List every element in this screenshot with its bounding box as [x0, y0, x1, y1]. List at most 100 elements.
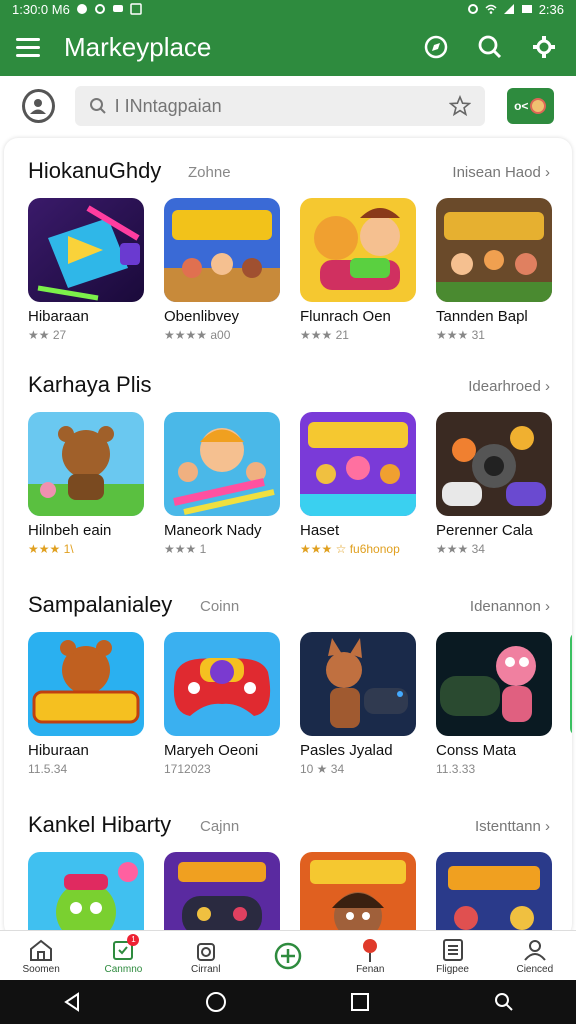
app-name: Pasles Jyalad: [300, 742, 393, 759]
controller-game-icon: [164, 852, 280, 938]
search-bar[interactable]: [74, 86, 485, 126]
search-icon: [89, 98, 106, 114]
home-button[interactable]: [201, 987, 231, 1017]
menu-button[interactable]: [16, 32, 46, 62]
status-bar: 1:30:0 M6 2:36: [0, 0, 576, 18]
app-card[interactable]: Haset ★★★ ☆ fu6honop: [300, 412, 416, 556]
nav-item-home[interactable]: Soomen: [0, 931, 82, 980]
app-name: Maneork Nady: [164, 522, 262, 539]
notification-badge: 1: [127, 934, 140, 946]
nav-item-add[interactable]: [247, 931, 329, 980]
section-subtitle: Cajnn: [200, 818, 240, 835]
back-button[interactable]: [57, 987, 87, 1017]
app-card[interactable]: Flunrach Oen ★★★ 21: [300, 198, 416, 342]
next-app-peek: [570, 632, 572, 736]
green-monster-icon: [28, 852, 144, 938]
signal-icon: [503, 4, 514, 14]
nav-item-list[interactable]: Fligpee: [411, 931, 493, 980]
section-title: Sampalanialey: [28, 592, 173, 617]
battery-icon: [521, 5, 532, 13]
section-see-more-link[interactable]: Idearhroed ›: [468, 378, 550, 395]
home-icon: [30, 939, 53, 961]
himarar-game-icon: [164, 198, 280, 302]
app-card[interactable]: [28, 852, 144, 938]
app-version: 11.5.34: [28, 762, 68, 776]
app-rating: ★★★ ☆ fu6honop: [300, 542, 400, 556]
nav-label: Cienced: [516, 964, 554, 975]
nav-label: Canmno: [104, 964, 143, 975]
settings-button[interactable]: [528, 31, 560, 63]
app-name: Haset: [300, 522, 340, 539]
back-icon: [64, 992, 79, 1012]
cart-button[interactable]: o<: [506, 88, 554, 124]
app-card[interactable]: [300, 852, 416, 938]
nav-item-profile[interactable]: Cienced: [494, 931, 576, 980]
app-rating: ★★ 27: [28, 328, 67, 342]
gamepad-face-icon: [164, 632, 280, 736]
search-icon: [495, 993, 513, 1011]
search-row: o<: [0, 82, 576, 130]
search-input[interactable]: [114, 95, 449, 117]
section-title: Kankel Hibarty: [28, 812, 172, 837]
explore-button[interactable]: [420, 31, 452, 63]
app-card[interactable]: Hiburaan 11.5.34: [28, 632, 144, 776]
app-name: Hilnbeh eain: [28, 522, 112, 539]
app-card[interactable]: [164, 852, 280, 938]
nav-label: Soomen: [22, 964, 60, 975]
app-bar: Markeyplace: [0, 18, 576, 76]
fox-character-icon: [300, 632, 416, 736]
location-icon: [467, 4, 478, 14]
pink-character-icon: [436, 632, 552, 736]
app-rating: ★★★★ a00: [164, 328, 231, 342]
app-name: Obenlibvey: [164, 308, 240, 325]
app-name: Tannden Bapl: [436, 308, 528, 325]
app-card[interactable]: Hibaraan ★★ 27: [28, 198, 144, 342]
app-card[interactable]: Obenlibvey ★★★★ a00: [164, 198, 280, 342]
nav-label: Fenan: [356, 964, 385, 975]
app-version: 11.3.33: [436, 762, 476, 776]
section-4: Kankel Hibarty Cajnn Istenttann ›: [4, 804, 572, 938]
profile-button[interactable]: [22, 89, 55, 123]
section-see-more-link[interactable]: Idenannon ›: [470, 598, 550, 615]
compass-icon: [424, 35, 448, 59]
gear-icon: [533, 36, 555, 58]
nav-item-bag[interactable]: Cirranl: [165, 931, 247, 980]
section-see-more-link[interactable]: Istenttann ›: [475, 818, 550, 835]
section-subtitle: Coinn: [200, 598, 240, 615]
app-name: Maryeh Oeoni: [164, 742, 259, 759]
search-button[interactable]: [474, 31, 506, 63]
app-name: Conss Mata: [436, 742, 517, 759]
star-icon[interactable]: [448, 95, 471, 117]
app-card[interactable]: Perenner Cala ★★★ 34: [436, 412, 552, 556]
profile-icon: [524, 940, 546, 961]
app-card[interactable]: Pasles Jyalad 10 ★ 34: [300, 632, 416, 776]
nav-item-store[interactable]: 1 Canmno: [82, 931, 164, 980]
account-icon: [30, 99, 47, 114]
nieras-game-icon: [436, 852, 552, 938]
sipuras-game-icon: [28, 632, 144, 736]
recents-button[interactable]: [345, 987, 375, 1017]
section-subtitle: Zohne: [188, 164, 231, 181]
section-see-more-link[interactable]: Inisean Haod ›: [452, 164, 550, 181]
nav-label: Fligpee: [436, 964, 469, 975]
app-card[interactable]: Tannden Bapl ★★★ 31: [436, 198, 552, 342]
status-time: 1:30:0 M6: [12, 1, 70, 17]
content-card: HiokanuGhdy Zohne Inisean Haod › Hibaraa…: [4, 138, 572, 938]
app-card[interactable]: Maryeh Oeoni 1712023: [164, 632, 280, 776]
nav-label: Cirranl: [190, 964, 221, 975]
app-name: Perenner Cala: [436, 522, 533, 539]
app-card[interactable]: Conss Mata 11.3.33: [436, 632, 552, 776]
runnaan-game-icon: [436, 198, 552, 302]
app-rating: ★★★ 21: [300, 328, 349, 342]
search-system-button[interactable]: [489, 987, 519, 1017]
app-card[interactable]: [436, 852, 552, 938]
app-card[interactable]: Hilnbeh eain ★★★ 1\: [28, 412, 144, 556]
list-icon: [442, 939, 463, 961]
add-icon: [274, 942, 302, 969]
nav-item-pin[interactable]: Fenan: [329, 931, 411, 980]
gamepad-characters-icon: [436, 412, 552, 516]
section-3: Sampalanialey Coinn Idenannon › Hiburaan…: [4, 584, 572, 776]
bag-icon: [196, 943, 215, 961]
image-icon: [130, 3, 142, 15]
app-card[interactable]: Maneork Nady ★★★ 1: [164, 412, 280, 556]
